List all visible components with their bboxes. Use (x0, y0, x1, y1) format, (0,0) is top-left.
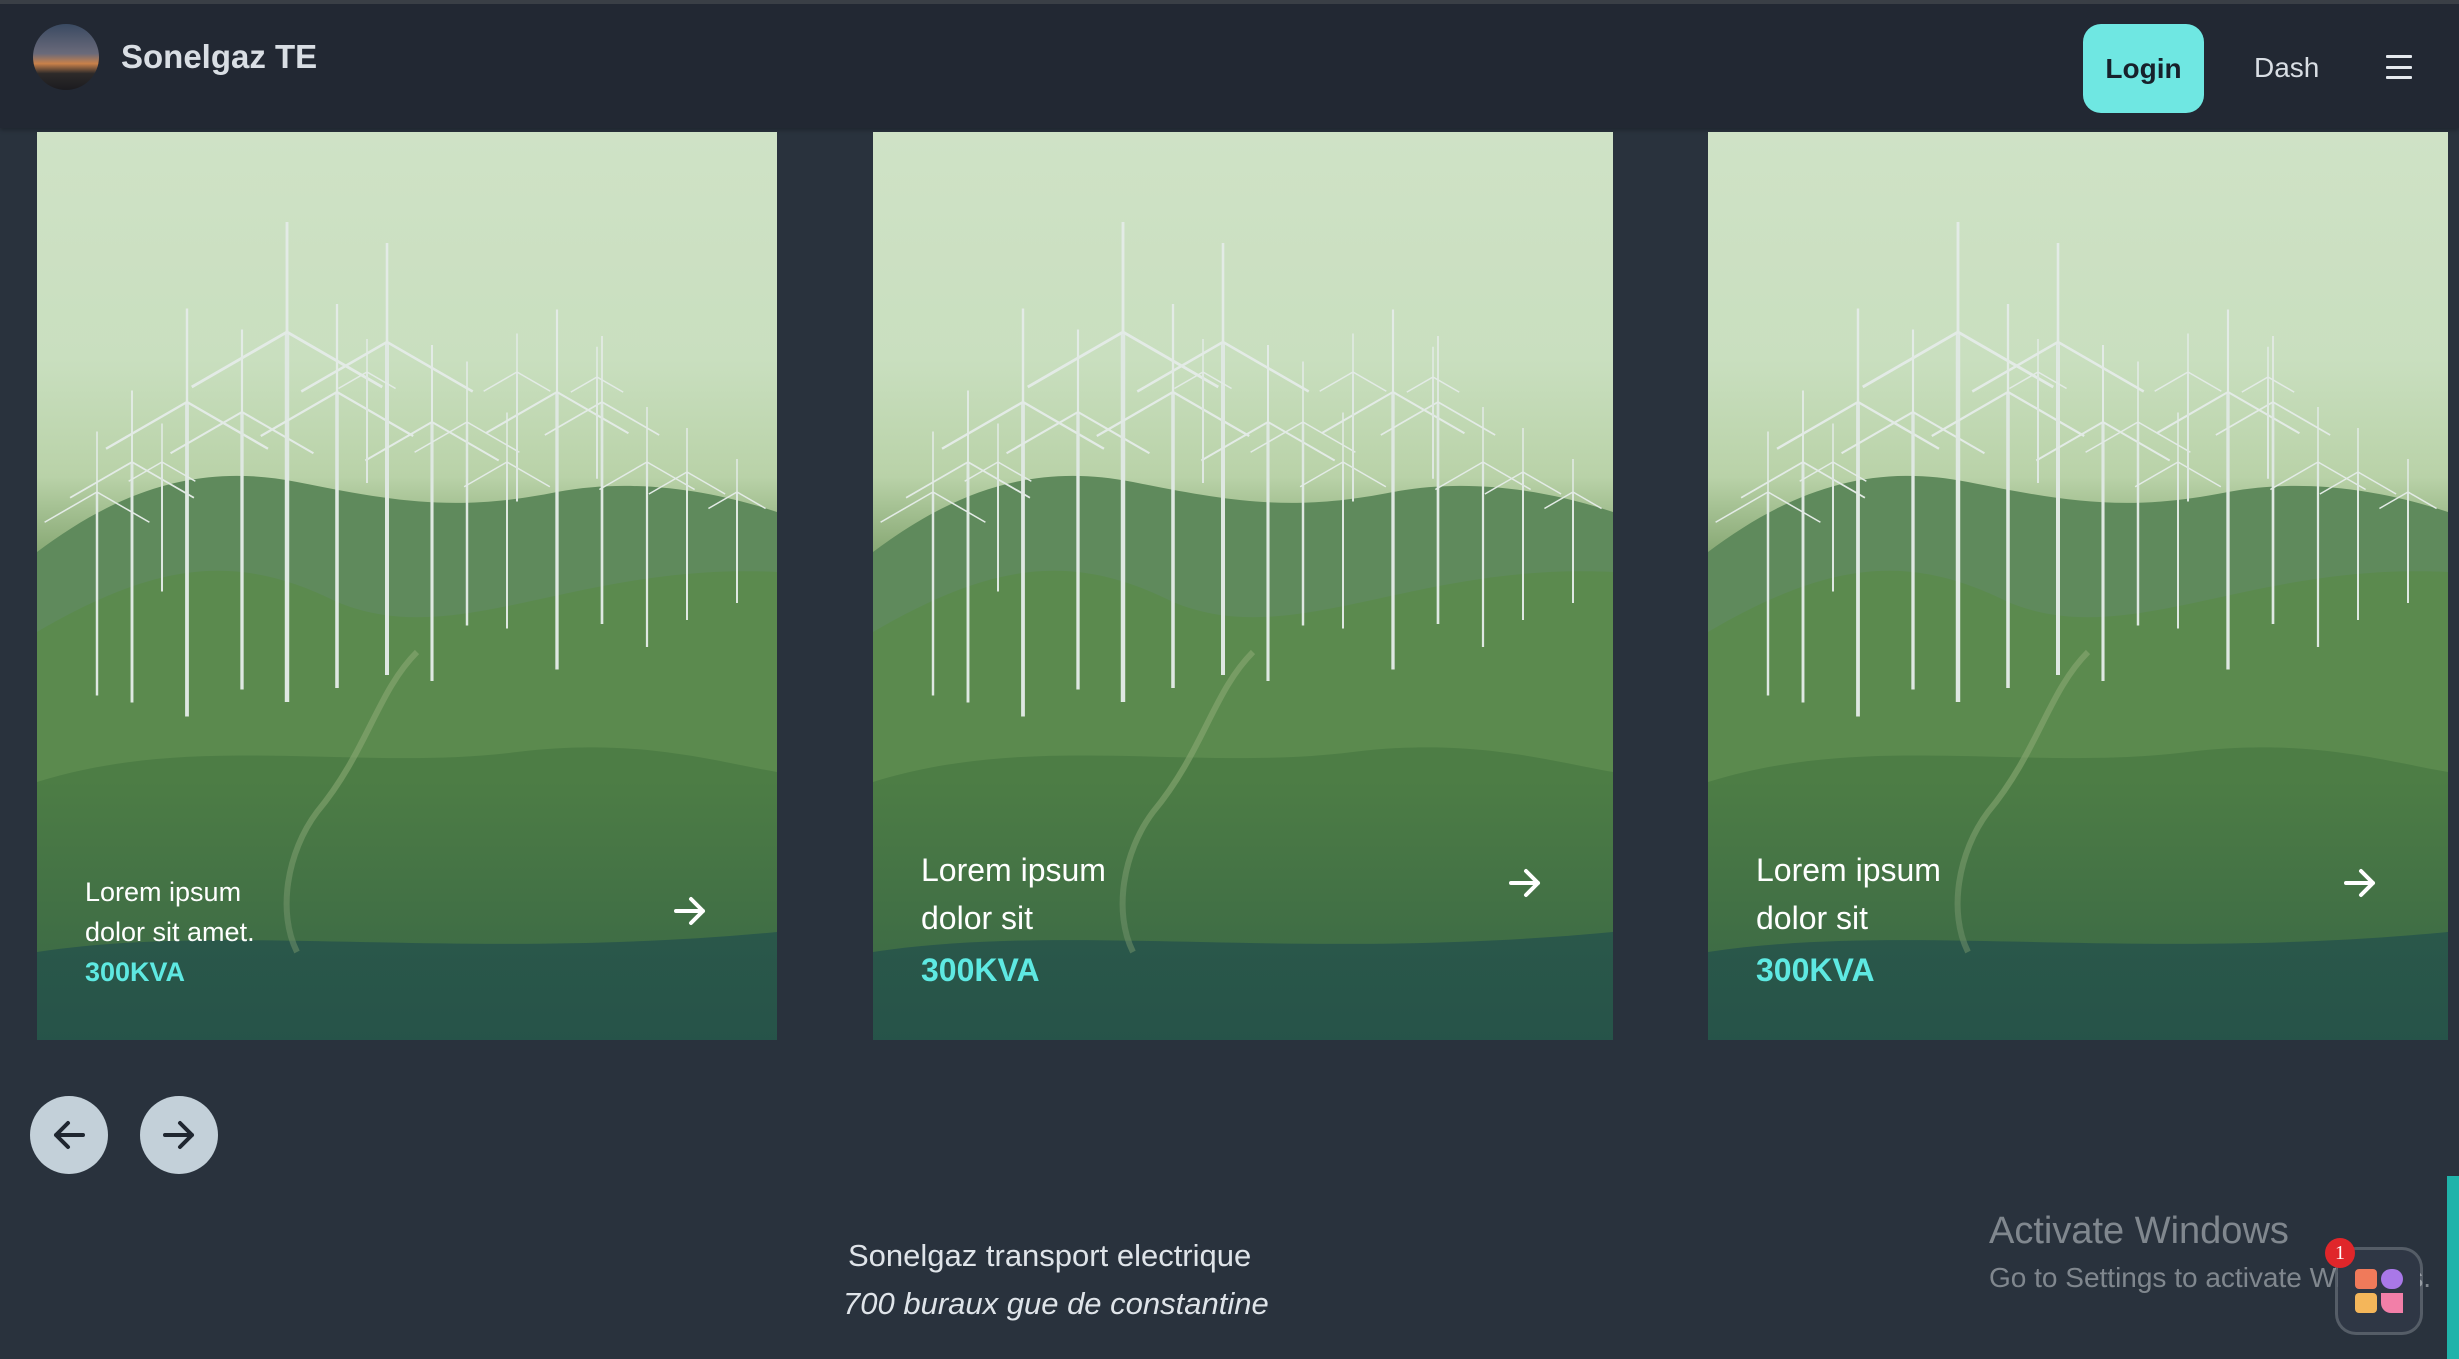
card-power: 300KVA (921, 952, 1040, 988)
product-card[interactable]: Lorem ipsum dolor sit 300KVA (1708, 132, 2448, 1040)
widget-app-icon (2355, 1269, 2403, 1313)
footer-address: 700 buraux gue de constantine (843, 1286, 1269, 1321)
top-navbar: Sonelgaz TE Login Dash (0, 0, 2459, 128)
card-line-2: dolor sit amet. (85, 917, 255, 947)
product-card[interactable]: Lorem ipsum dolor sit amet. 300KVA (37, 132, 777, 1040)
arrow-right-icon[interactable] (673, 896, 707, 931)
scrollbar-thumb[interactable] (2447, 1176, 2459, 1359)
activate-windows-title: Activate Windows (1989, 1210, 2289, 1252)
arrow-right-icon[interactable] (2343, 868, 2377, 903)
login-button[interactable]: Login (2083, 24, 2204, 113)
carousel-prev-button[interactable] (30, 1096, 108, 1174)
hamburger-menu-icon[interactable] (2383, 50, 2415, 84)
sunset-logo-icon[interactable] (33, 24, 99, 90)
card-line-1: Lorem ipsum (921, 852, 1106, 888)
card-line-2: dolor sit (1756, 900, 1869, 936)
carousel-next-button[interactable] (140, 1096, 218, 1174)
arrow-left-icon (54, 1121, 85, 1149)
notification-badge: 1 (2325, 1238, 2355, 1268)
card-line-2: dolor sit (921, 900, 1034, 936)
footer-company: Sonelgaz transport electrique (848, 1238, 1252, 1273)
card-text: Lorem ipsum dolor sit 300KVA (1756, 846, 1941, 998)
card-power: 300KVA (1756, 952, 1875, 988)
arrow-right-icon[interactable] (1508, 868, 1542, 903)
card-line-1: Lorem ipsum (1756, 852, 1941, 888)
card-power: 300KVA (85, 957, 186, 987)
brand-name[interactable]: Sonelgaz TE (121, 38, 317, 76)
arrow-right-icon (163, 1121, 194, 1149)
dash-link[interactable]: Dash (2254, 52, 2319, 84)
product-card[interactable]: Lorem ipsum dolor sit 300KVA (873, 132, 1613, 1040)
card-text: Lorem ipsum dolor sit 300KVA (921, 846, 1106, 998)
card-line-1: Lorem ipsum (85, 877, 242, 907)
card-text: Lorem ipsum dolor sit amet. 300KVA (85, 872, 255, 992)
